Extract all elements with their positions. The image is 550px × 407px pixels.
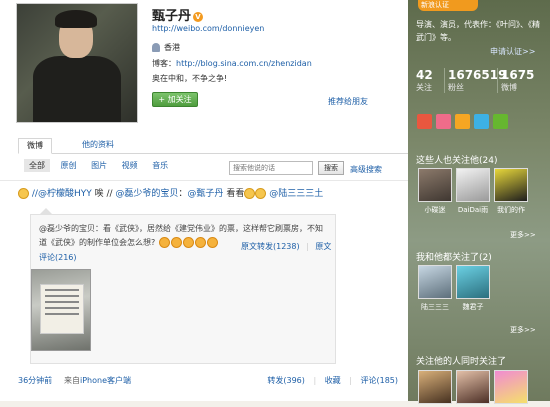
quoted-meta: 原文转发(1238) | 原文 bbox=[237, 241, 331, 252]
location-text: 香港 bbox=[164, 43, 180, 52]
emoji-icon bbox=[206, 237, 218, 248]
emoji-icon bbox=[182, 237, 194, 248]
app-icons bbox=[417, 114, 512, 132]
smiley-icon bbox=[244, 188, 256, 199]
mutual-more-link[interactable]: 更多>> bbox=[510, 325, 536, 335]
quoted-original-link[interactable]: 原文 bbox=[315, 242, 331, 251]
app-icon[interactable] bbox=[436, 114, 451, 129]
follower-item[interactable]: 我们的作 bbox=[494, 168, 528, 215]
also-follow-item[interactable] bbox=[456, 370, 490, 407]
profile-motto: 奥在中和，不争之争! bbox=[152, 74, 228, 83]
app-icon[interactable] bbox=[474, 114, 489, 129]
comment-link[interactable]: 评论(185) bbox=[360, 376, 398, 385]
profile-name: 甄子丹 V bbox=[152, 5, 204, 24]
tab-profile[interactable]: 他的资料 bbox=[74, 138, 122, 154]
blog-link[interactable]: http://blog.sina.com.cn/zhenzidan bbox=[176, 59, 312, 68]
mutual-item[interactable]: 魏君子 bbox=[456, 265, 490, 312]
mutual-name: 陆三三三 bbox=[421, 303, 449, 311]
post-fragment: 看看 bbox=[226, 189, 245, 199]
also-follow-item[interactable] bbox=[494, 370, 528, 407]
filter-images[interactable]: 图片 bbox=[91, 161, 107, 170]
follow-button[interactable]: + 加关注 bbox=[152, 92, 198, 107]
also-follow-item[interactable] bbox=[418, 370, 452, 407]
smiley-icon bbox=[18, 188, 29, 199]
follower-name: DaiDai雨 bbox=[457, 206, 489, 214]
emoji-group bbox=[158, 236, 218, 250]
quoted-comment-link[interactable]: 评论(216) bbox=[39, 252, 77, 263]
app-icon[interactable] bbox=[417, 114, 432, 129]
mutual-item[interactable]: 陆三三三 bbox=[418, 265, 452, 312]
advanced-search-link[interactable]: 高级搜索 bbox=[350, 164, 382, 175]
tab-weibo[interactable]: 微博 bbox=[18, 138, 52, 154]
post-text: //@柠檬酸HYY 唉 // @磊少爷的宝贝：@甄子丹 看看 @陆三三三土 bbox=[18, 186, 323, 199]
profile-blog: 博客：http://blog.sina.com.cn/zhenzidan bbox=[152, 58, 312, 69]
follower-name: 小碟迷 bbox=[424, 206, 446, 214]
stat-label: 关注 bbox=[416, 83, 432, 92]
also-follow-title: 关注他的人同时关注了 bbox=[416, 357, 507, 367]
filter-original[interactable]: 原创 bbox=[61, 161, 77, 170]
profile-name-text: 甄子丹 bbox=[152, 9, 192, 24]
stat-number: 42 bbox=[416, 68, 433, 82]
forward-link[interactable]: 转发(396) bbox=[267, 376, 305, 385]
quoted-post: @磊少爷的宝贝：看《武侠》，居然给《建党伟业》的票，这样帮它刷票房，不知道《武侠… bbox=[30, 214, 336, 364]
app-icon[interactable] bbox=[455, 114, 470, 129]
stat-label: 微博 bbox=[501, 83, 517, 92]
recommend-link[interactable]: 推荐给朋友 bbox=[328, 96, 368, 107]
mention-leishao[interactable]: @磊少爷的宝贝 bbox=[115, 189, 178, 199]
ticket-thumbnail[interactable] bbox=[31, 269, 91, 351]
post-actions: 转发(396) | 收藏 | 评论(185) bbox=[261, 375, 398, 386]
user-icon bbox=[152, 43, 160, 52]
follower-name: 我们的作 bbox=[497, 206, 525, 214]
main-column: 甄子丹 V http://weibo.com/donnieyen 香港 博客：ht… bbox=[0, 0, 408, 401]
mutual-name: 魏君子 bbox=[462, 303, 484, 311]
follower-item[interactable]: 小碟迷 bbox=[418, 168, 452, 215]
verify-description: 导演、演员，代表作：《叶问》、《精武门》等。 bbox=[416, 20, 540, 42]
divider bbox=[0, 180, 408, 181]
stat-posts[interactable]: 1675 微博 bbox=[497, 68, 534, 93]
filter-video[interactable]: 视频 bbox=[122, 161, 138, 170]
verify-badge-text: 新浪认证 bbox=[421, 1, 449, 9]
post-time[interactable]: 36分钟前 bbox=[18, 375, 52, 386]
stat-following[interactable]: 42 关注 bbox=[416, 68, 433, 93]
source-prefix: 来自 bbox=[64, 376, 80, 385]
search-input[interactable] bbox=[229, 161, 313, 175]
verified-icon: V bbox=[193, 11, 204, 22]
separator: | bbox=[349, 376, 352, 385]
profile-avatar[interactable] bbox=[16, 3, 138, 123]
mutual-title: 我和他都关注了(2) bbox=[416, 253, 492, 263]
filter-music[interactable]: 音乐 bbox=[152, 161, 168, 170]
quoted-forward-link[interactable]: 原文转发(1238) bbox=[241, 242, 300, 251]
smiley-icon bbox=[255, 188, 267, 199]
apply-verify-link[interactable]: 申请认证>> bbox=[490, 46, 535, 57]
emoji-icon bbox=[158, 237, 170, 248]
emoji-icon bbox=[170, 237, 182, 248]
followers-title: 这些人也关注他(24) bbox=[416, 156, 498, 166]
search-button[interactable]: 搜索 bbox=[318, 161, 344, 175]
separator: | bbox=[306, 242, 309, 251]
filter-bar: 全部 原创 图片 视频 音乐 bbox=[24, 159, 180, 172]
blog-label: 博客： bbox=[152, 59, 176, 68]
verify-badge: 新浪认证 bbox=[418, 0, 478, 11]
source-link[interactable]: iPhone客户端 bbox=[80, 376, 131, 385]
stat-number: 1675 bbox=[501, 68, 535, 82]
mention-lemon[interactable]: //@柠檬酸HYY bbox=[32, 189, 92, 199]
followers-more-link[interactable]: 更多>> bbox=[510, 230, 536, 240]
mention-lu[interactable]: @陆三三三土 bbox=[269, 189, 323, 199]
mention-donnie[interactable]: @甄子丹 bbox=[187, 189, 223, 199]
emoji-icon bbox=[194, 237, 206, 248]
separator: | bbox=[313, 376, 317, 385]
follower-item[interactable]: DaiDai雨 bbox=[456, 168, 490, 215]
tab-bar: 微博 他的资料 bbox=[18, 138, 408, 154]
post-fragment: 唉 // bbox=[94, 189, 113, 199]
profile-url[interactable]: http://weibo.com/donnieyen bbox=[152, 24, 264, 33]
favorite-link[interactable]: 收藏 bbox=[325, 376, 341, 385]
app-icon[interactable] bbox=[493, 114, 508, 129]
post-source: 来自iPhone客户端 bbox=[64, 375, 131, 386]
filter-all[interactable]: 全部 bbox=[24, 159, 50, 172]
profile-location: 香港 bbox=[152, 42, 180, 53]
